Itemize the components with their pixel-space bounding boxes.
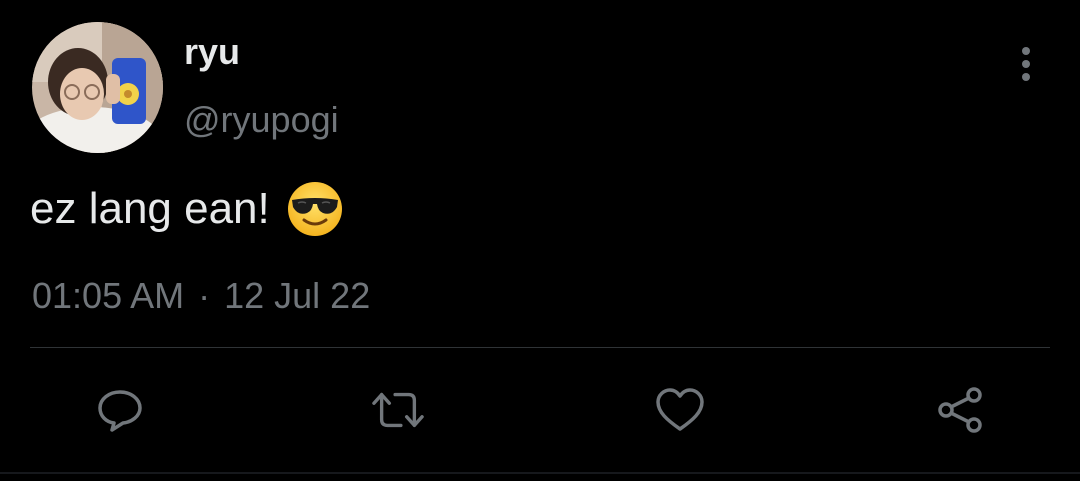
tweet-timestamp[interactable]: 01:05 AM · 12 Jul 22 bbox=[32, 276, 370, 316]
avatar[interactable] bbox=[32, 22, 163, 153]
tweet-card: ryu @ryupogi ez lang ean! 01:05 AM · 12 Ju… bbox=[0, 0, 1080, 481]
tweet-time: 01:05 AM bbox=[32, 275, 185, 316]
more-vertical-icon bbox=[1022, 47, 1030, 81]
bottom-divider bbox=[0, 472, 1080, 474]
share-icon bbox=[938, 387, 982, 433]
reply-button[interactable] bbox=[94, 384, 146, 436]
tweet-text: ez lang ean! bbox=[30, 180, 344, 238]
smiling-face-with-sunglasses-icon bbox=[287, 182, 342, 236]
display-name[interactable]: ryu bbox=[184, 34, 240, 70]
meta-separator: · bbox=[198, 275, 211, 316]
reply-icon bbox=[98, 390, 142, 432]
tweet-text-content: ez lang ean! bbox=[30, 184, 270, 233]
tweet-date: 12 Jul 22 bbox=[224, 275, 371, 316]
user-handle[interactable]: @ryupogi bbox=[184, 102, 339, 138]
divider bbox=[30, 347, 1050, 348]
retweet-button[interactable] bbox=[372, 384, 424, 436]
like-button[interactable] bbox=[654, 384, 706, 436]
more-options-button[interactable] bbox=[1008, 44, 1044, 84]
avatar-photo bbox=[32, 22, 163, 153]
heart-icon bbox=[656, 388, 704, 431]
retweet-icon bbox=[372, 392, 424, 428]
share-button[interactable] bbox=[934, 384, 986, 436]
